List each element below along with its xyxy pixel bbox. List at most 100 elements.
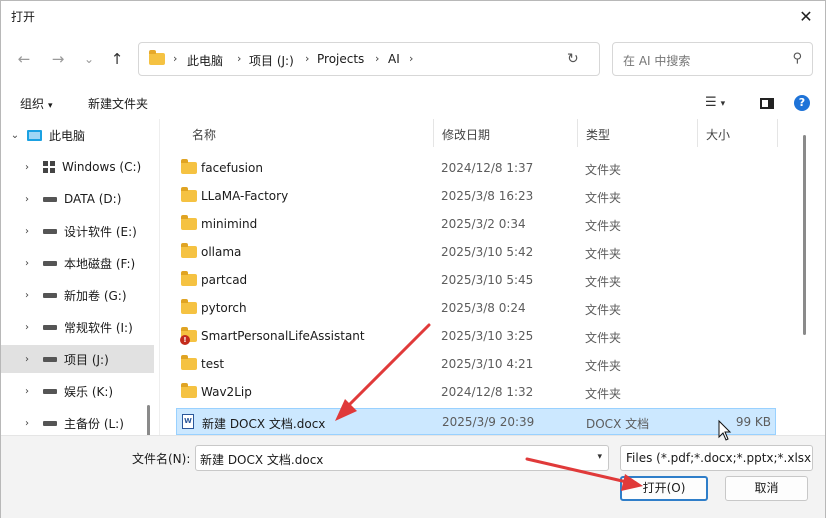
up-arrow-icon[interactable]: ↑ xyxy=(106,48,128,70)
chevron-down-icon[interactable]: ▾ xyxy=(597,452,602,462)
chevron-right-icon[interactable]: › xyxy=(19,258,35,269)
file-type: 文件夹 xyxy=(585,275,622,289)
file-row-test[interactable]: test 2025/3/10 4:21 文件夹 xyxy=(176,351,776,378)
chevron-down-icon: ▾ xyxy=(720,99,726,109)
organize-menu-button[interactable]: 组织 ▾ xyxy=(20,95,53,112)
file-row-facefusion[interactable]: facefusion 2024/12/8 1:37 文件夹 xyxy=(176,155,776,182)
file-row-partcad[interactable]: partcad 2025/3/10 5:45 文件夹 xyxy=(176,267,776,294)
drive-icon xyxy=(43,292,57,298)
cancel-button[interactable]: 取消 xyxy=(725,476,808,501)
drive-icon xyxy=(43,356,57,362)
file-row-new-docx[interactable]: W 新建 DOCX 文档.docx 2025/3/9 20:39 DOCX 文档… xyxy=(176,408,776,435)
file-type: 文件夹 xyxy=(585,191,622,205)
sidebar-item-label: 主备份 (L:) xyxy=(64,416,124,431)
sidebar-item-label: DATA (D:) xyxy=(64,192,122,206)
close-icon[interactable]: ✕ xyxy=(793,3,819,29)
file-type: 文件夹 xyxy=(585,331,622,345)
sidebar-item-entertainment-k[interactable]: › 娱乐 (K:) xyxy=(1,377,154,405)
column-header-date[interactable]: 修改日期 xyxy=(434,119,578,147)
chevron-right-icon[interactable]: › xyxy=(19,162,35,173)
chevron-right-icon[interactable]: › xyxy=(19,194,35,205)
file-name: minimind xyxy=(201,217,258,231)
file-row-ollama[interactable]: ollama 2025/3/10 5:42 文件夹 xyxy=(176,239,776,266)
sidebar-item-local-f[interactable]: › 本地磁盘 (F:) xyxy=(1,249,154,277)
word-document-icon: W xyxy=(182,414,194,429)
forward-arrow-icon[interactable]: → xyxy=(47,48,69,70)
file-type-filter-select[interactable]: Files (*.pdf;*.docx;*.pptx;*.xlsx xyxy=(620,445,813,471)
drive-icon xyxy=(43,324,57,330)
view-options-button[interactable]: ☰ ▾ xyxy=(705,95,725,110)
drive-icon xyxy=(43,228,57,234)
drive-icon xyxy=(43,388,57,394)
file-name: SmartPersonalLifeAssistant xyxy=(201,329,365,343)
file-row-pytorch[interactable]: pytorch 2025/3/8 0:24 文件夹 xyxy=(176,295,776,322)
file-date: 2025/3/8 16:23 xyxy=(441,189,534,203)
sidebar-item-general-i[interactable]: › 常规软件 (I:) xyxy=(1,313,154,341)
search-input[interactable]: 在 AI 中搜索 ⚲ xyxy=(612,42,813,76)
file-name: LLaMA-Factory xyxy=(201,189,289,203)
chevron-right-icon[interactable]: › xyxy=(19,354,35,365)
sidebar-item-label: 此电脑 xyxy=(49,128,86,143)
dialog-footer: 文件名(N): 新建 DOCX 文档.docx ▾ Files (*.pdf;*… xyxy=(1,435,825,518)
breadcrumb-separator-icon: › xyxy=(237,52,242,65)
sidebar-item-label: Windows (C:) xyxy=(62,160,142,174)
back-arrow-icon[interactable]: ← xyxy=(13,48,35,70)
sidebar-item-new-volume-g[interactable]: › 新加卷 (G:) xyxy=(1,281,154,309)
chevron-right-icon[interactable]: › xyxy=(19,226,35,237)
sidebar-item-windows-c[interactable]: › Windows (C:) xyxy=(1,153,154,181)
file-row-minimind[interactable]: minimind 2025/3/2 0:34 文件夹 xyxy=(176,211,776,238)
column-header-name[interactable]: ⌃ 名称 xyxy=(184,119,434,147)
drive-icon xyxy=(43,260,57,266)
breadcrumb-ai[interactable]: AI xyxy=(388,52,400,66)
column-header-size[interactable]: 大小 xyxy=(698,119,778,147)
chevron-right-icon[interactable]: › xyxy=(19,322,35,333)
sidebar-item-design-e[interactable]: › 设计软件 (E:) xyxy=(1,217,154,245)
navigation-pane: ⌄ 此电脑 › Windows (C:) › DATA (D:) › 设计软件 … xyxy=(1,119,154,435)
breadcrumb-drive-j[interactable]: 项目 (J:) xyxy=(249,52,294,69)
chevron-down-icon[interactable]: ⌄ xyxy=(7,130,23,141)
file-list: ⌃ 名称 修改日期 类型 大小 facefusion 2024/12/8 1:3… xyxy=(159,119,811,435)
column-header-type[interactable]: 类型 xyxy=(578,119,698,147)
sidebar-item-label: 新加卷 (G:) xyxy=(64,288,127,303)
file-date: 2024/12/8 1:32 xyxy=(441,385,534,399)
file-date: 2025/3/2 0:34 xyxy=(441,217,526,231)
file-name: partcad xyxy=(201,273,248,287)
new-folder-button[interactable]: 新建文件夹 xyxy=(88,95,148,112)
sidebar-item-data-d[interactable]: › DATA (D:) xyxy=(1,185,154,213)
file-row-smartpersonallifeassistant[interactable]: ! SmartPersonalLifeAssistant 2025/3/10 3… xyxy=(176,323,776,350)
file-date: 2025/3/10 5:42 xyxy=(441,245,534,259)
open-button[interactable]: 打开(O) xyxy=(620,476,708,501)
sidebar-scrollbar[interactable] xyxy=(147,405,150,435)
breadcrumb-separator-icon: › xyxy=(409,52,414,65)
help-icon[interactable]: ? xyxy=(794,95,810,111)
file-date: 2025/3/9 20:39 xyxy=(442,415,535,429)
refresh-icon[interactable]: ↻ xyxy=(567,51,579,67)
dialog-title: 打开 xyxy=(11,10,36,24)
chevron-right-icon[interactable]: › xyxy=(19,418,35,429)
file-type: 文件夹 xyxy=(585,247,622,261)
filename-label: 文件名(N): xyxy=(132,452,191,466)
sidebar-item-backup-l[interactable]: › 主备份 (L:) xyxy=(1,409,154,435)
chevron-right-icon[interactable]: › xyxy=(19,290,35,301)
file-list-scrollbar[interactable] xyxy=(803,135,806,335)
sidebar-item-this-pc[interactable]: ⌄ 此电脑 xyxy=(1,121,154,149)
breadcrumb-projects[interactable]: Projects xyxy=(317,52,364,66)
file-date: 2025/3/10 4:21 xyxy=(441,357,534,371)
file-row-llama-factory[interactable]: LLaMA-Factory 2025/3/8 16:23 文件夹 xyxy=(176,183,776,210)
chevron-right-icon[interactable]: › xyxy=(19,386,35,397)
address-bar[interactable]: › 此电脑 › 项目 (J:) › Projects › AI › ↻ xyxy=(138,42,600,76)
search-icon[interactable]: ⚲ xyxy=(792,51,802,66)
filename-input[interactable]: 新建 DOCX 文档.docx ▾ xyxy=(195,445,609,471)
windows-drive-icon xyxy=(43,161,55,173)
recent-locations-chevron-icon[interactable]: ⌄ xyxy=(78,48,100,70)
sidebar-item-label: 设计软件 (E:) xyxy=(64,224,137,239)
sidebar-item-label: 项目 (J:) xyxy=(64,352,109,367)
file-row-wav2lip[interactable]: Wav2Lip 2024/12/8 1:32 文件夹 xyxy=(176,379,776,406)
sidebar-item-project-j[interactable]: › 项目 (J:) xyxy=(1,345,154,373)
warning-badge-icon: ! xyxy=(180,335,190,345)
breadcrumb-this-pc[interactable]: 此电脑 xyxy=(187,52,223,69)
list-view-icon: ☰ xyxy=(705,95,717,110)
folder-icon xyxy=(181,159,197,174)
preview-pane-icon[interactable] xyxy=(760,98,774,109)
folder-icon xyxy=(181,299,197,314)
